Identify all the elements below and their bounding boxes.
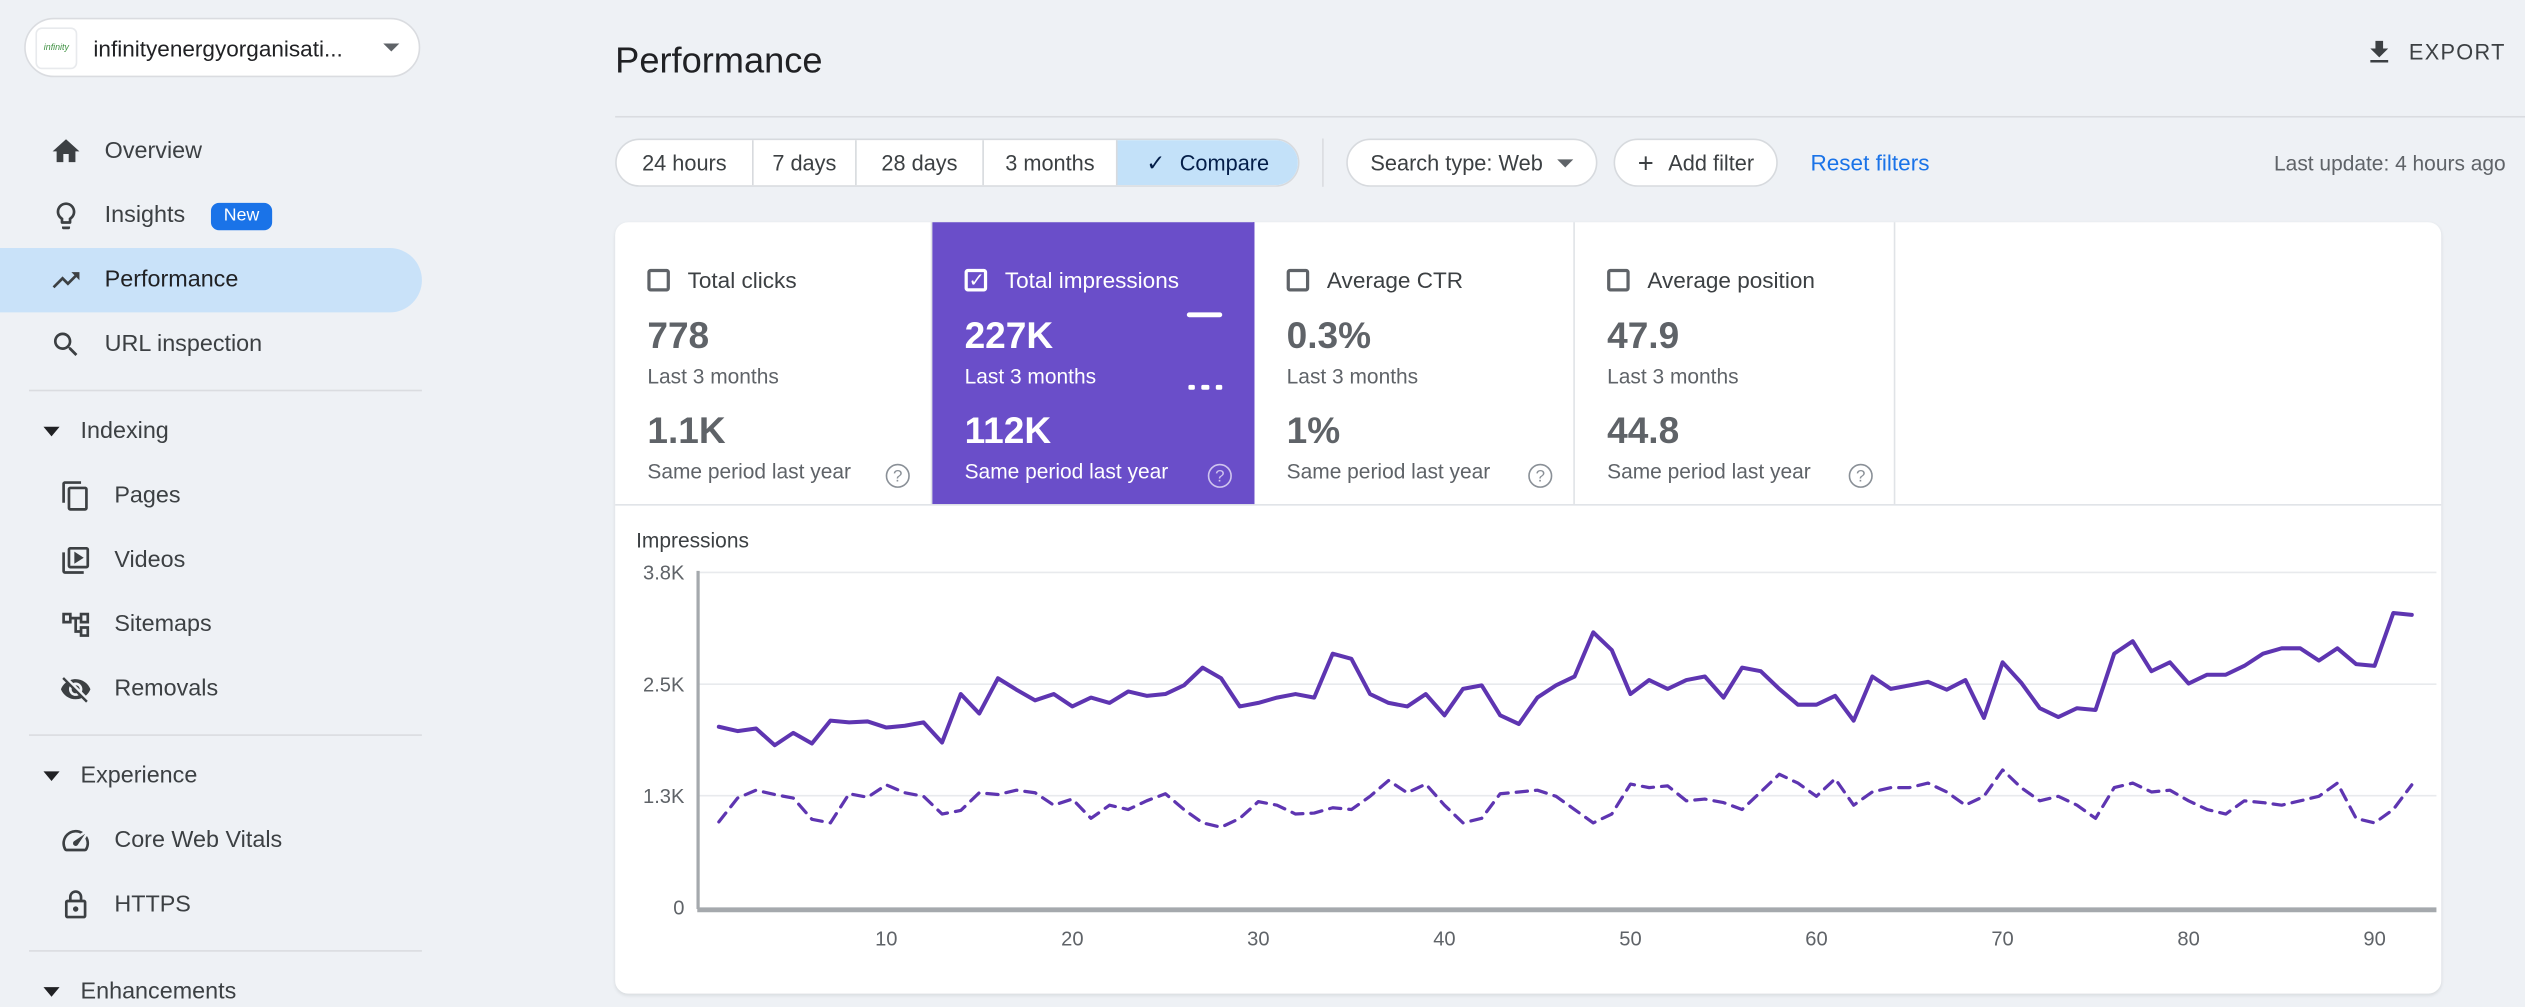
add-filter-label: Add filter — [1668, 150, 1755, 175]
sidebar-item-label: Sitemaps — [114, 611, 212, 638]
sidebar-item-sitemaps[interactable]: Sitemaps — [0, 593, 438, 657]
speed-gauge-icon — [60, 824, 92, 856]
search-type-dropdown[interactable]: Search type: Web — [1346, 138, 1598, 187]
sidebar-item-label: Pages — [114, 483, 181, 509]
lightbulb-icon — [50, 200, 82, 232]
sidebar-item-label: URL inspection — [104, 331, 263, 358]
new-badge: New — [210, 202, 273, 230]
impressions-chart[interactable]: 3.8K 2.5K 1.3K 0 10 20 30 40 50 60 70 80 90 — [615, 222, 2441, 993]
expand-arrow-icon — [43, 987, 60, 997]
svg-text:10: 10 — [875, 928, 897, 950]
section-label: Experience — [80, 763, 198, 790]
property-logo: infinity — [35, 26, 78, 69]
expand-arrow-icon — [43, 771, 60, 782]
add-filter-button[interactable]: + Add filter — [1613, 138, 1779, 187]
expand-arrow-icon — [43, 426, 60, 437]
section-label: Indexing — [80, 418, 169, 445]
sidebar-section-indexing[interactable]: Indexing — [0, 399, 438, 463]
search-type-label: Search type: Web — [1370, 150, 1543, 175]
home-icon — [50, 135, 82, 167]
sidebar-section-enhancements[interactable]: Enhancements — [0, 960, 438, 1007]
sidebar-item-label: Insights — [104, 202, 186, 229]
svg-text:50: 50 — [1619, 928, 1641, 950]
video-library-icon — [60, 544, 92, 576]
property-selector[interactable]: infinity infinityenergyorganisati... — [24, 17, 421, 78]
compare-toggle[interactable]: ✓ Compare — [1115, 140, 1298, 186]
page-header: Performance EXPORT — [615, 0, 2525, 118]
export-button[interactable]: EXPORT — [2364, 37, 2506, 68]
svg-text:1.3K: 1.3K — [643, 786, 685, 808]
svg-text:30: 30 — [1247, 928, 1269, 950]
lock-icon — [60, 889, 92, 921]
sidebar-item-label: Removals — [114, 676, 219, 703]
svg-text:60: 60 — [1805, 928, 1827, 950]
trending-up-icon — [50, 264, 82, 296]
sidebar-item-videos[interactable]: Videos — [0, 528, 438, 592]
visibility-off-icon — [60, 673, 92, 705]
svg-text:3.8K: 3.8K — [643, 563, 685, 585]
svg-text:2.5K: 2.5K — [643, 674, 685, 696]
filter-bar: 24 hours 7 days 28 days 3 months ✓ Compa… — [615, 138, 2525, 187]
page-title: Performance — [615, 40, 823, 81]
export-label: EXPORT — [2408, 40, 2506, 65]
performance-panel: Total clicks 778 Last 3 months 1.1K Same… — [615, 222, 2442, 994]
search-icon — [50, 329, 82, 361]
svg-text:70: 70 — [1991, 928, 2013, 950]
section-label: Enhancements — [80, 979, 237, 1005]
sidebar-item-core-web-vitals[interactable]: Core Web Vitals — [0, 808, 438, 872]
sitemap-tree-icon — [60, 609, 92, 641]
date-range-7-days[interactable]: 7 days — [752, 140, 855, 186]
sidebar-item-overview[interactable]: Overview — [0, 119, 438, 183]
search-console-app: infinity infinityenergyorganisati... Ove… — [0, 0, 2525, 1007]
date-range-3-months[interactable]: 3 months — [982, 140, 1116, 186]
download-icon — [2370, 40, 2389, 63]
date-range-28-days[interactable]: 28 days — [855, 140, 982, 186]
sidebar-divider — [28, 389, 422, 392]
sidebar-item-https[interactable]: HTTPS — [0, 873, 438, 937]
svg-text:0: 0 — [673, 898, 684, 920]
sidebar-item-label: Videos — [114, 547, 186, 574]
svg-text:80: 80 — [2177, 928, 2199, 950]
pages-icon — [60, 480, 92, 512]
sidebar-item-label: Overview — [104, 138, 202, 165]
date-range-group: 24 hours 7 days 28 days 3 months ✓ Compa… — [615, 138, 1300, 187]
filter-separator — [1322, 138, 1324, 187]
sidebar: infinity infinityenergyorganisati... Ove… — [0, 0, 438, 1007]
svg-text:40: 40 — [1433, 928, 1455, 950]
sidebar-item-url-inspection[interactable]: URL inspection — [0, 312, 438, 376]
sidebar-item-performance[interactable]: Performance — [0, 247, 422, 313]
svg-text:90: 90 — [2363, 928, 2385, 950]
sidebar-divider — [28, 734, 422, 736]
sidebar-divider — [28, 950, 422, 952]
last-update-text: Last update: 4 hours ago — [2274, 150, 2506, 175]
compare-label: Compare — [1179, 150, 1270, 175]
plus-icon: + — [1637, 147, 1654, 178]
sidebar-item-label: HTTPS — [114, 892, 191, 918]
check-icon: ✓ — [1146, 148, 1166, 175]
date-range-24-hours[interactable]: 24 hours — [617, 140, 752, 185]
chevron-down-icon — [1557, 158, 1574, 167]
sidebar-item-label: Core Web Vitals — [114, 827, 283, 854]
sidebar-item-pages[interactable]: Pages — [0, 464, 438, 528]
sidebar-item-insights[interactable]: Insights New — [0, 184, 438, 248]
main-content: Performance EXPORT 24 hours 7 days 28 da… — [438, 0, 2525, 1007]
svg-text:20: 20 — [1061, 928, 1083, 950]
chevron-down-icon — [383, 43, 400, 52]
sidebar-item-removals[interactable]: Removals — [0, 657, 438, 721]
sidebar-section-experience[interactable]: Experience — [0, 744, 438, 808]
property-name: infinityenergyorganisati... — [93, 34, 343, 61]
reset-filters-link[interactable]: Reset filters — [1810, 150, 1929, 176]
sidebar-item-label: Performance — [104, 267, 239, 294]
